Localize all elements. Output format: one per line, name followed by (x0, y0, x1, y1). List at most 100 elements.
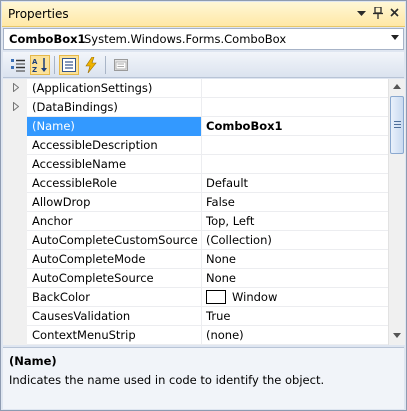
property-value[interactable]: ComboBox1 (203, 117, 388, 136)
row-gutter (3, 307, 27, 326)
close-icon (390, 8, 399, 17)
property-pages-button[interactable] (111, 55, 131, 75)
property-value[interactable]: (Collection) (203, 231, 388, 250)
row-gutter (3, 326, 27, 345)
property-value[interactable]: (none) (203, 326, 388, 345)
grip-line (394, 127, 401, 128)
auto-hide-pin-button[interactable] (370, 6, 385, 22)
scrollbar-thumb[interactable] (390, 96, 404, 154)
property-row[interactable]: AccessibleName (3, 155, 388, 174)
property-name[interactable]: Anchor (27, 212, 202, 231)
property-row[interactable]: ContextMenuStrip (none) (3, 326, 388, 345)
property-name[interactable]: AccessibleRole (27, 174, 202, 193)
property-name[interactable]: ContextMenuStrip (27, 326, 202, 345)
selected-object-name: ComboBox1 (9, 32, 86, 46)
row-gutter (3, 231, 27, 250)
window-position-dropdown-button[interactable] (354, 7, 369, 22)
property-value-text: Window (232, 290, 278, 304)
toolbar-separator (105, 56, 106, 74)
property-name[interactable]: AutoCompleteMode (27, 250, 202, 269)
properties-window: Properties ComboBox1 System.Windows.Form… (0, 0, 407, 411)
property-value[interactable]: False (203, 193, 388, 212)
expand-arrow-icon[interactable] (13, 82, 20, 94)
property-row[interactable]: AutoCompleteCustomSource (Collection) (3, 231, 388, 250)
property-value[interactable]: None (203, 269, 388, 288)
grip-line (394, 121, 401, 122)
alphabetical-button[interactable]: A Z (30, 55, 50, 75)
row-gutter (3, 193, 27, 212)
categorized-icon (11, 59, 25, 72)
chevron-down-icon (391, 33, 399, 43)
title-bar[interactable]: Properties (2, 2, 405, 27)
property-name[interactable]: AutoCompleteCustomSource (27, 231, 202, 250)
triangle-down-icon (357, 11, 366, 16)
row-gutter (3, 250, 27, 269)
property-row[interactable]: CausesValidation True (3, 307, 388, 326)
description-title: (Name) (9, 354, 57, 368)
property-row[interactable]: (DataBindings) (3, 98, 388, 117)
object-selector-dropdown[interactable]: ComboBox1 System.Windows.Forms.ComboBox (3, 28, 404, 50)
property-value[interactable]: Window (203, 288, 388, 307)
property-row[interactable]: AutoCompleteSource None (3, 269, 388, 288)
events-icon (85, 57, 97, 73)
property-value[interactable] (203, 136, 388, 155)
row-gutter (3, 288, 27, 307)
pin-icon (372, 6, 383, 19)
property-row[interactable]: Anchor Top, Left (3, 212, 388, 231)
properties-toolbar: A Z (3, 52, 404, 78)
selected-object-type: System.Windows.Forms.ComboBox (84, 32, 287, 46)
property-value[interactable]: True (203, 307, 388, 326)
svg-text:A: A (32, 58, 38, 66)
properties-view-button[interactable] (59, 55, 79, 75)
expand-arrow-icon[interactable] (13, 101, 20, 113)
vertical-scrollbar[interactable] (388, 79, 405, 345)
description-pane: (Name) Indicates the name used in code t… (3, 347, 404, 409)
property-row[interactable]: (Name) ComboBox1 (3, 117, 388, 136)
row-gutter (3, 155, 27, 174)
property-value[interactable]: Default (203, 174, 388, 193)
property-name[interactable]: AccessibleDescription (27, 136, 202, 155)
grip-line (394, 124, 401, 125)
triangle-up-icon (393, 84, 401, 89)
property-value[interactable]: Top, Left (203, 212, 388, 231)
categorized-button[interactable] (8, 55, 28, 75)
property-value[interactable] (203, 79, 388, 98)
property-name[interactable]: (DataBindings) (27, 98, 202, 117)
close-button[interactable] (387, 7, 402, 22)
row-gutter (3, 117, 27, 136)
property-row[interactable]: AllowDrop False (3, 193, 388, 212)
property-name[interactable]: AutoCompleteSource (27, 269, 202, 288)
row-gutter (3, 98, 27, 117)
events-button[interactable] (81, 55, 101, 75)
property-name[interactable]: (ApplicationSettings) (27, 79, 202, 98)
property-name[interactable]: BackColor (27, 288, 202, 307)
property-row[interactable]: AccessibleRole Default (3, 174, 388, 193)
properties-icon (62, 58, 76, 72)
property-name[interactable]: CausesValidation (27, 307, 202, 326)
scroll-down-button[interactable] (389, 328, 405, 344)
property-name[interactable]: AllowDrop (27, 193, 202, 212)
row-gutter (3, 136, 27, 155)
toolbar-separator (54, 56, 55, 74)
scroll-up-button[interactable] (389, 79, 405, 95)
triangle-down-icon (393, 333, 401, 338)
property-name[interactable]: (Name) (27, 117, 202, 136)
property-value[interactable] (203, 98, 388, 117)
description-text: Indicates the name used in code to ident… (9, 373, 325, 387)
window-title: Properties (8, 7, 69, 21)
property-row[interactable]: (ApplicationSettings) (3, 79, 388, 98)
row-gutter (3, 174, 27, 193)
property-name[interactable]: AccessibleName (27, 155, 202, 174)
property-row[interactable]: AutoCompleteMode None (3, 250, 388, 269)
alphabetical-icon: A Z (32, 58, 47, 73)
property-value[interactable] (203, 155, 388, 174)
property-pages-icon (114, 59, 128, 71)
row-gutter (3, 79, 27, 98)
row-gutter (3, 269, 27, 288)
property-row[interactable]: BackColor Window (3, 288, 388, 307)
row-gutter (3, 212, 27, 231)
svg-text:Z: Z (32, 66, 37, 73)
property-value[interactable]: None (203, 250, 388, 269)
color-swatch (206, 289, 226, 304)
property-row[interactable]: AccessibleDescription (3, 136, 388, 155)
